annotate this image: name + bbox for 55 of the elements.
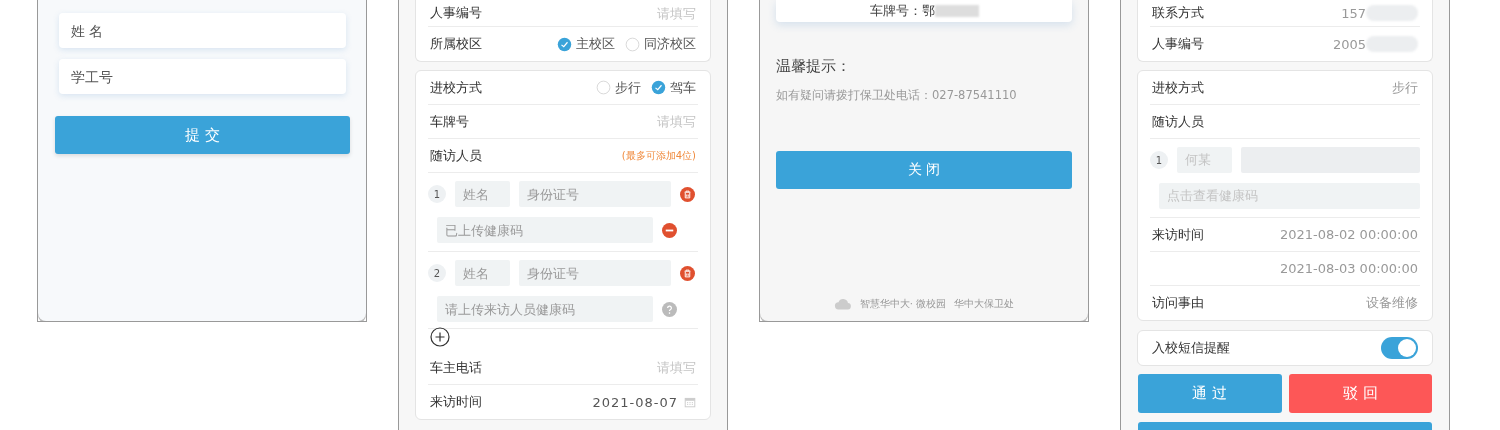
footer-text: 华中大保卫处	[954, 297, 1015, 311]
field-value: 设备维修	[1366, 294, 1418, 312]
radio-icon	[625, 36, 640, 52]
field-value: 2021-08-03 00:00:00	[1279, 261, 1418, 276]
health-code-field[interactable]: 已上传健康码	[437, 217, 653, 243]
tips-title: 温馨提示：	[776, 57, 852, 76]
text-field[interactable]: 请填写	[606, 5, 696, 21]
tips-text: 如有疑问请拨打保卫处电话：027-87541110	[776, 88, 1018, 103]
name-field[interactable]: 姓名	[455, 260, 510, 286]
field-label: 来访时间	[430, 393, 482, 411]
field-label: 来访时间	[1152, 225, 1204, 244]
radio-option[interactable]: 主校区	[557, 35, 615, 53]
footer-text: 智慧华中大· 微校园	[859, 297, 947, 311]
health-code-field[interactable]: 请上传来访人员健康码	[437, 296, 653, 322]
field-label: 访问事由	[1152, 294, 1204, 312]
calendar-icon	[684, 396, 696, 408]
trash-icon[interactable]	[680, 265, 695, 281]
radio-option[interactable]: 步行	[596, 78, 641, 97]
field-label: 进校方式	[1152, 78, 1204, 97]
field-label: 车牌号	[430, 112, 469, 131]
add-icon[interactable]	[430, 327, 450, 347]
field-label: 所属校区	[430, 35, 482, 53]
plate-number-text: 车牌号：鄂	[869, 2, 935, 20]
companion-number: 2	[428, 264, 446, 282]
field-label: 车主电话	[430, 358, 482, 377]
text-field[interactable]: 姓 名	[59, 13, 346, 48]
field-label: 随访人员	[1152, 112, 1204, 131]
field-label: 人事编号	[430, 4, 482, 22]
name-field[interactable]: 姓名	[455, 181, 510, 207]
checked-radio-icon	[557, 36, 572, 52]
field-label: 进校方式	[430, 78, 482, 97]
radio-option[interactable]: 驾车	[651, 78, 696, 97]
field-label: 人事编号	[1152, 35, 1204, 53]
text-field[interactable]: 学工号	[59, 59, 346, 94]
radio-option[interactable]: 同济校区	[625, 35, 696, 53]
companion-number: 1	[428, 185, 446, 203]
field-value: 157	[1341, 5, 1366, 21]
field-label: 联系方式	[1152, 4, 1204, 22]
id-number-field[interactable]: 身份证号	[519, 181, 671, 207]
text-field[interactable]: 请填写	[606, 114, 696, 129]
field-label: 随访人员	[430, 146, 482, 165]
limit-note: (最多可添加4位)	[621, 148, 696, 163]
trash-icon[interactable]	[680, 186, 695, 202]
radio-icon	[596, 80, 611, 95]
field-label: 入校短信提醒	[1152, 339, 1230, 357]
field-value: 2021-08-02 00:00:00	[1279, 227, 1418, 242]
text-field[interactable]: 请填写	[606, 360, 696, 375]
companion-number: 1	[1150, 151, 1168, 169]
checked-radio-icon	[651, 80, 666, 95]
id-number-field[interactable]: 身份证号	[519, 260, 671, 286]
minus-icon[interactable]	[662, 222, 677, 238]
date-value[interactable]: 2021-08-07	[592, 394, 678, 410]
field-value: 2005	[1332, 36, 1366, 52]
field-value: 步行	[1392, 78, 1418, 97]
toggle-switch[interactable]	[1381, 337, 1418, 359]
